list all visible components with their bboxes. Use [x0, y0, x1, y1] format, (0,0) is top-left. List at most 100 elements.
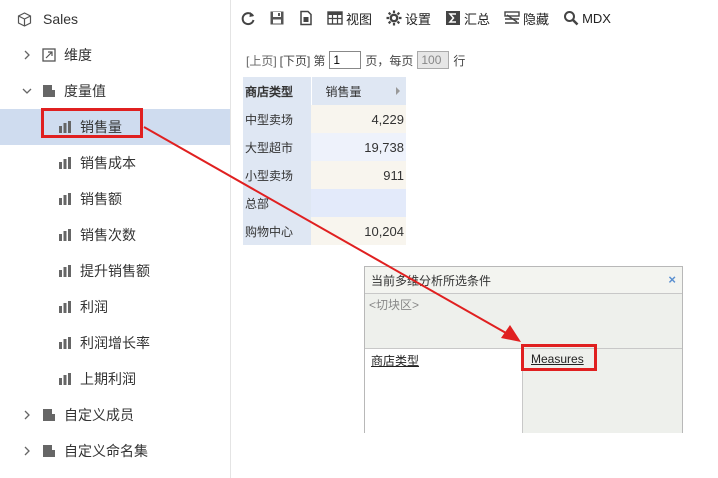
bar-chart-icon [58, 372, 72, 386]
cube-icon [17, 12, 32, 27]
refresh-button[interactable] [240, 10, 259, 26]
hide-button[interactable]: 隐藏 [504, 9, 549, 28]
grid-view-icon [327, 10, 343, 26]
header-store-type[interactable]: 商店类型 [243, 77, 312, 105]
save-button[interactable] [269, 10, 288, 26]
bar-chart-icon [58, 336, 72, 350]
tree-item-label: 维度 [64, 47, 92, 63]
header-sales-volume-label: 销售量 [325, 84, 362, 99]
row-store-type[interactable]: 中型卖场 [243, 105, 311, 133]
tree-item-label: 度量值 [64, 83, 106, 99]
row-value: 19,738 [311, 133, 406, 161]
page-suffix: 页，每页 [365, 53, 414, 68]
table-row: 大型超市 19,738 [243, 133, 406, 161]
page-prefix: 第 [313, 53, 326, 68]
rows-per-page-input[interactable] [417, 51, 450, 69]
panel-header: 当前多维分析所选条件 × [365, 267, 682, 294]
tree-item-label: 自定义命名集 [64, 443, 148, 459]
folder-icon [42, 408, 56, 422]
row-value: 911 [311, 161, 406, 189]
toolbar: 视图 设置 汇总 隐藏 MDX [240, 5, 625, 31]
highlight-box-measures [521, 344, 597, 371]
tree-item-label: 利润增长率 [80, 335, 150, 351]
next-page-link[interactable]: [下页] [280, 52, 311, 69]
slice-area[interactable]: <切块区> [365, 294, 682, 349]
row-value: 4,229 [311, 105, 406, 133]
page-number-input[interactable] [329, 51, 362, 69]
panel-title: 当前多维分析所选条件 [371, 273, 492, 288]
header-sales-volume[interactable]: 销售量 [311, 77, 407, 105]
export-icon [298, 10, 314, 26]
chevron-right-icon[interactable] [22, 410, 32, 420]
tree-item-custom-members[interactable]: 自定义成员 [0, 397, 230, 433]
tree-item-custom-named-sets[interactable]: 自定义命名集 [0, 433, 230, 469]
summary-label: 汇总 [464, 11, 491, 27]
tree-item-label: 自定义成员 [64, 407, 134, 423]
sidebar: Sales 维度 度量值 销售量 销售成本 销售额 销售次数 提升销售额 利润 … [0, 0, 231, 478]
tree-item-profit[interactable]: 利润 [0, 289, 230, 325]
chevron-right-icon[interactable] [22, 50, 32, 60]
mdx-label: MDX [582, 10, 611, 26]
tree-item-sales-amount[interactable]: 销售额 [0, 181, 230, 217]
tree-item-label: 销售额 [80, 191, 122, 207]
sort-arrow-icon[interactable] [395, 87, 400, 95]
bar-chart-icon [58, 264, 72, 278]
tree-item-measures[interactable]: 度量值 [0, 73, 230, 109]
row-store-type[interactable]: 购物中心 [243, 217, 311, 245]
mdx-button[interactable]: MDX [563, 10, 611, 26]
grid-header-row: 商店类型 销售量 [243, 77, 407, 105]
tree-item-dimension[interactable]: 维度 [0, 37, 230, 73]
tree-item-label: 上期利润 [80, 371, 136, 387]
tree-item-prior-profit[interactable]: 上期利润 [0, 361, 230, 397]
export-button[interactable] [298, 10, 317, 26]
pager: [上页] [下页] 第 页，每页 行 [246, 51, 465, 69]
bar-chart-icon [58, 300, 72, 314]
rows-suffix: 行 [453, 53, 466, 68]
bar-chart-icon [58, 192, 72, 206]
save-icon [269, 10, 285, 26]
gear-icon [386, 10, 402, 26]
measure-folder-icon [42, 84, 56, 98]
tree-root-label: Sales [43, 11, 79, 27]
row-value [311, 189, 406, 217]
row-value: 10,204 [311, 217, 406, 245]
settings-label: 设置 [405, 11, 432, 27]
tree-root-sales[interactable]: Sales [0, 1, 230, 37]
tree-item-profit-growth[interactable]: 利润增长率 [0, 325, 230, 361]
row-store-type[interactable]: 大型超市 [243, 133, 311, 161]
folder-icon [42, 444, 56, 458]
tree-item-label: 销售成本 [80, 155, 136, 171]
row-axis-drop-zone[interactable]: 商店类型 [365, 349, 523, 433]
row-store-type[interactable]: 总部 [243, 189, 311, 217]
tree-item-label: 提升销售额 [80, 263, 150, 279]
close-icon[interactable]: × [668, 272, 676, 287]
tree-item-label: 销售次数 [80, 227, 136, 243]
highlight-box-selected-measure [41, 108, 143, 138]
slice-label: <切块区> [369, 298, 420, 312]
summary-button[interactable]: 汇总 [445, 9, 490, 28]
tree-item-label: 利润 [80, 299, 108, 315]
hide-icon [504, 10, 520, 26]
tree-item-sales-lift[interactable]: 提升销售额 [0, 253, 230, 289]
view-label: 视图 [346, 11, 373, 27]
table-row: 中型卖场 4,229 [243, 105, 406, 133]
table-row: 小型卖场 911 [243, 161, 406, 189]
prev-page-link[interactable]: [上页] [246, 52, 277, 69]
view-button[interactable]: 视图 [327, 9, 372, 28]
row-store-type[interactable]: 小型卖场 [243, 161, 311, 189]
settings-button[interactable]: 设置 [386, 9, 431, 28]
tree-item-sales-cost[interactable]: 销售成本 [0, 145, 230, 181]
search-icon [563, 10, 579, 26]
table-row: 总部 [243, 189, 406, 217]
refresh-icon [240, 10, 256, 26]
sigma-icon [445, 10, 461, 26]
chevron-right-icon[interactable] [22, 446, 32, 456]
bar-chart-icon [58, 228, 72, 242]
row-field-store-type[interactable]: 商店类型 [371, 354, 419, 368]
data-grid: 商店类型 销售量 中型卖场 4,229 大型超市 19,738 小型卖场 911… [243, 77, 407, 245]
tree-item-sales-count[interactable]: 销售次数 [0, 217, 230, 253]
dimension-icon [42, 48, 56, 62]
chevron-down-icon[interactable] [22, 86, 32, 96]
bar-chart-icon [58, 156, 72, 170]
hide-label: 隐藏 [523, 11, 550, 27]
